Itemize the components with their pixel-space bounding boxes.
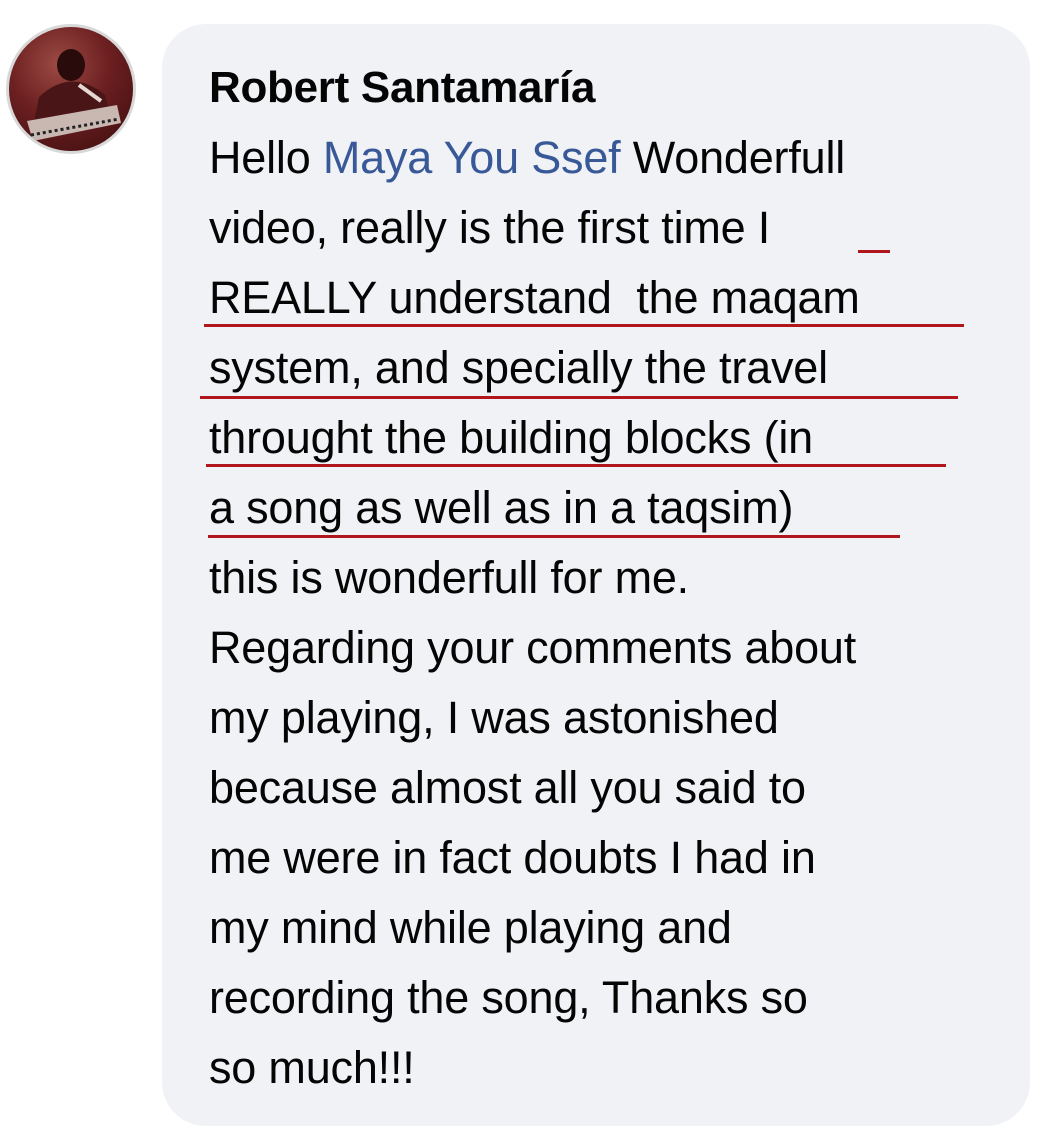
- comment-line-14: so much!!!: [209, 1042, 415, 1093]
- comment-line-13: recording the song, Thanks so: [209, 972, 808, 1023]
- annotation-underline: [200, 396, 958, 399]
- comment-line-6: a song as well as in a taqsim): [209, 482, 794, 533]
- comment-line-1: Hello Maya You Ssef Wonderfull: [209, 130, 845, 186]
- comment-author-name[interactable]: Robert Santamaría: [209, 60, 595, 116]
- comment-text: Hello: [209, 132, 323, 183]
- comment-line-11: me were in fact doubts I had in: [209, 832, 816, 883]
- comment-line-9: my playing, I was astonished: [209, 692, 779, 743]
- comment-line-7: this is wonderfull for me.: [209, 552, 689, 603]
- comment-line-5: throught the building blocks (in: [209, 412, 813, 463]
- comment-line-12: my mind while playing and: [209, 902, 732, 953]
- annotation-underline: [204, 324, 964, 327]
- comment-text: Wonderfull: [620, 132, 846, 183]
- annotation-underline: [208, 535, 900, 538]
- comment-line-3: REALLY understand the maqam: [209, 272, 860, 323]
- annotation-underline: [206, 464, 946, 467]
- comment-line-4: system, and specially the travel: [209, 342, 828, 393]
- comment-line-2: video, really is the first time I: [209, 202, 771, 253]
- mention-link[interactable]: Maya You Ssef: [323, 132, 621, 183]
- user-avatar-photo: [27, 49, 121, 141]
- annotation-underline: [858, 250, 890, 253]
- comment-line-10: because almost all you said to: [209, 762, 806, 813]
- comment-line-8: Regarding your comments about: [209, 622, 857, 673]
- user-avatar[interactable]: [6, 24, 136, 154]
